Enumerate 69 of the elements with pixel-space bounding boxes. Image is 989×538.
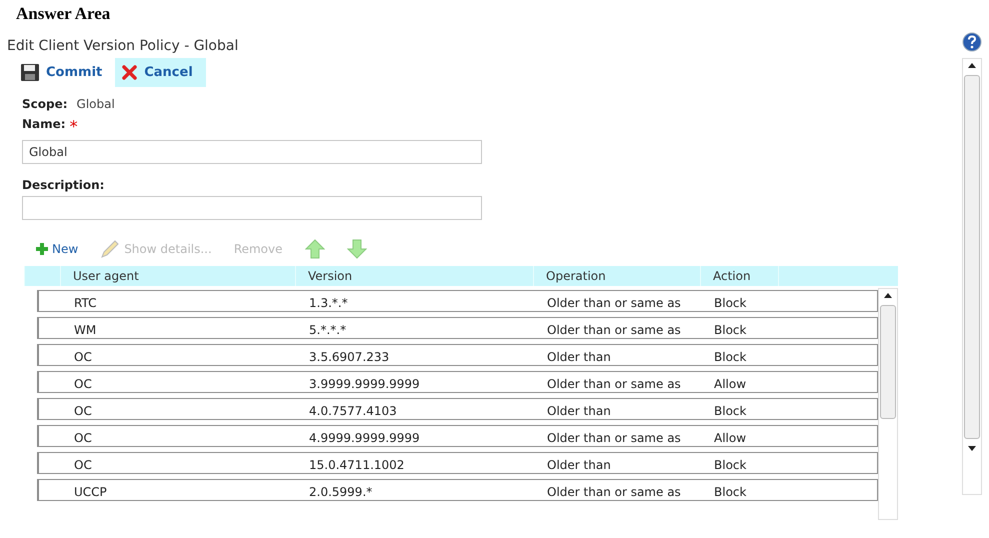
table-cell-text: OC	[73, 404, 93, 419]
table-cell-text: WM	[73, 323, 98, 338]
description-label: Description:	[22, 178, 104, 192]
cancel-button[interactable]: Cancel	[115, 58, 206, 87]
table-cell-text: Block	[713, 323, 748, 338]
table-cell-text: RTC	[73, 296, 98, 311]
down-arrow-icon	[346, 239, 367, 259]
table-cell-text: Older than or same as	[546, 377, 682, 392]
up-arrow-icon	[304, 239, 325, 259]
move-down-button[interactable]	[346, 239, 367, 259]
table-cell-text: 3.5.6907.233	[308, 350, 390, 365]
scroll-down-icon[interactable]	[968, 446, 976, 451]
close-icon	[122, 65, 138, 80]
table-cell-text: Older than	[546, 350, 612, 365]
column-header[interactable]: Operation	[546, 269, 606, 283]
table-cell-text: Older than	[546, 404, 612, 419]
new-button[interactable]: New	[36, 242, 78, 256]
table-cell-text: OC	[73, 458, 93, 473]
move-up-button[interactable]	[304, 239, 325, 259]
table-cell-text: 5.*.*.*	[308, 323, 348, 338]
table-cell-text: 2.0.5999.*	[308, 485, 374, 500]
table-cell-text: Older than or same as	[546, 485, 682, 500]
table-cell-text: 4.9999.9999.9999	[308, 431, 421, 446]
table-cell-text: UCCP	[73, 485, 108, 500]
table-cell-text: Allow	[713, 431, 748, 446]
commit-button[interactable]: Commit	[14, 58, 116, 87]
table-cell-text: Block	[713, 350, 748, 365]
name-field[interactable]: Global	[22, 140, 482, 164]
table-row[interactable]: OC 4.0.7577.4103 Older than Block	[37, 398, 878, 420]
scroll-up-icon[interactable]	[968, 63, 976, 68]
table-cell-text: 3.9999.9999.9999	[308, 377, 421, 392]
table-cell-text: Older than	[546, 458, 612, 473]
table-cell-text: Block	[713, 404, 748, 419]
table-row[interactable]: OC 15.0.4711.1002 Older than Block	[37, 452, 878, 474]
table-cell-text: Block	[713, 296, 748, 311]
table-cell-text: 4.0.7577.4103	[308, 404, 398, 419]
table-cell-text: Older than or same as	[546, 323, 682, 338]
page-scrollbar[interactable]	[962, 58, 982, 495]
description-field[interactable]	[22, 196, 482, 220]
required-mark: *	[70, 117, 78, 136]
table-row[interactable]: UCCP 2.0.5999.* Older than or same as Block	[37, 479, 878, 501]
table-row[interactable]: WM 5.*.*.* Older than or same as Block	[37, 317, 878, 339]
table-row[interactable]: OC 3.9999.9999.9999 Older than or same as Allow	[37, 371, 878, 393]
page-title: Edit Client Version Policy - Global	[7, 38, 240, 54]
scope-value: Global	[76, 97, 115, 111]
table-cell-text: 1.3.*.*	[308, 296, 349, 311]
table-row[interactable]: OC 4.9999.9999.9999 Older than or same as Allow	[37, 425, 878, 447]
scroll-up-icon[interactable]	[884, 293, 892, 298]
plus-icon	[36, 243, 48, 255]
table-cell-text: Older than or same as	[546, 296, 682, 311]
table-cell-text: OC	[73, 350, 93, 365]
table-cell-text: OC	[73, 377, 93, 392]
column-header[interactable]: Version	[308, 269, 352, 283]
table-cell-text: Allow	[713, 377, 748, 392]
column-header[interactable]: Action	[713, 269, 751, 283]
scope-label: Scope:	[22, 97, 68, 111]
pencil-icon	[100, 240, 120, 258]
table-cell-text: Older than or same as	[546, 431, 682, 446]
table-scrollbar[interactable]	[878, 288, 898, 520]
name-label: Name:	[22, 117, 66, 133]
answer-area-heading: Answer Area	[16, 4, 112, 24]
table-cell-text: 15.0.4711.1002	[308, 458, 406, 473]
table-row[interactable]: OC 3.5.6907.233 Older than Block	[37, 344, 878, 366]
column-header[interactable]: User agent	[73, 269, 139, 283]
table-row[interactable]: RTC 1.3.*.* Older than or same as Block	[37, 290, 878, 312]
table-cell-text: OC	[73, 431, 93, 446]
table-cell-text: Block	[713, 485, 748, 500]
help-icon[interactable]	[962, 32, 982, 52]
table-cell-text: Block	[713, 458, 748, 473]
